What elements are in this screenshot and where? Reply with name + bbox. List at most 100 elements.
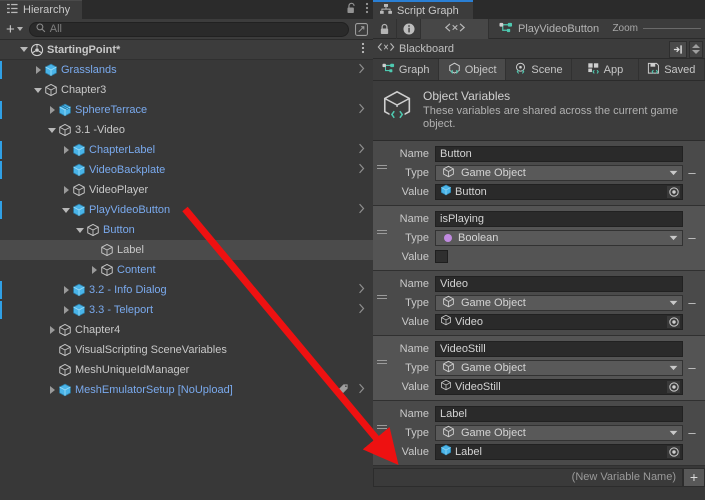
- variable-scope-tab-label: Object: [464, 63, 497, 76]
- search-icon: [36, 22, 46, 36]
- variable-drag-handle[interactable]: [377, 425, 387, 429]
- open-prefab-chevron-icon[interactable]: [358, 163, 365, 177]
- stepper-down-icon[interactable]: [692, 50, 700, 54]
- twisty-right-icon[interactable]: [60, 306, 72, 314]
- kebab-menu-icon[interactable]: [365, 2, 369, 17]
- remove-variable-button[interactable]: –: [683, 230, 701, 245]
- variable-type-dropdown[interactable]: Game Object: [435, 294, 683, 311]
- twisty-down-icon[interactable]: [74, 227, 86, 233]
- hierarchy-row-startingpoint[interactable]: StartingPoint*: [0, 40, 373, 60]
- hierarchy-row-sphereterrace[interactable]: SphereTerrace: [0, 100, 373, 120]
- remove-variable-button[interactable]: –: [683, 425, 701, 440]
- zoom-control[interactable]: Zoom: [612, 23, 705, 34]
- object-picker-icon[interactable]: [666, 184, 681, 199]
- hierarchy-row-3-2-info-dialog[interactable]: 3.2 - Info Dialog: [0, 280, 373, 300]
- open-prefab-chevron-icon[interactable]: [358, 303, 365, 317]
- row-kebab-menu-icon[interactable]: [361, 42, 365, 57]
- twisty-right-icon[interactable]: [60, 286, 72, 294]
- open-prefab-chevron-icon[interactable]: [358, 283, 365, 297]
- remove-variable-button[interactable]: –: [683, 360, 701, 375]
- remove-variable-button[interactable]: –: [683, 165, 701, 180]
- twisty-right-icon[interactable]: [46, 326, 58, 334]
- object-picker-icon[interactable]: [666, 444, 681, 459]
- hierarchy-row-videoplayer[interactable]: VideoPlayer: [0, 180, 373, 200]
- twisty-down-icon[interactable]: [32, 87, 44, 93]
- variable-value-object-field[interactable]: VideoStill: [435, 378, 683, 395]
- prefab-marker: [0, 101, 2, 119]
- open-prefab-chevron-icon[interactable]: [358, 103, 365, 117]
- variable-drag-handle[interactable]: [377, 295, 387, 299]
- hierarchy-row-3-3-teleport[interactable]: 3.3 - Teleport: [0, 300, 373, 320]
- variable-name-input[interactable]: Button: [435, 145, 683, 162]
- hierarchy-row-chapterlabel[interactable]: ChapterLabel: [0, 140, 373, 160]
- hierarchy-row-content[interactable]: Content: [0, 260, 373, 280]
- twisty-right-icon[interactable]: [46, 386, 58, 394]
- twisty-right-icon[interactable]: [32, 66, 44, 74]
- twisty-down-icon[interactable]: [18, 47, 30, 52]
- variable-value-object-field[interactable]: Label: [435, 443, 683, 460]
- expand-window-icon[interactable]: [353, 22, 369, 37]
- open-prefab-chevron-icon[interactable]: [358, 63, 365, 77]
- variable-drag-handle[interactable]: [377, 165, 387, 169]
- variable-value-object-field[interactable]: Button: [435, 183, 683, 200]
- info-icon[interactable]: [397, 18, 421, 39]
- variable-type-dropdown[interactable]: Boolean: [435, 229, 683, 246]
- twisty-right-icon[interactable]: [46, 106, 58, 114]
- hierarchy-row-meshuniqueidmanager[interactable]: MeshUniqueIdManager: [0, 360, 373, 380]
- twisty-right-icon[interactable]: [60, 186, 72, 194]
- hierarchy-row-playvideobutton[interactable]: PlayVideoButton: [0, 200, 373, 220]
- variable-drag-handle[interactable]: [377, 230, 387, 234]
- tab-script-graph[interactable]: Script Graph: [373, 0, 473, 19]
- hierarchy-row-chapter4[interactable]: Chapter4: [0, 320, 373, 340]
- panel-toggle-icon[interactable]: [669, 40, 687, 58]
- variable-scope-tab-graph[interactable]: Graph: [373, 59, 440, 80]
- search-input[interactable]: All: [28, 21, 349, 37]
- twisty-down-icon[interactable]: [60, 207, 72, 213]
- stepper-icon[interactable]: [689, 40, 703, 58]
- add-variable-button[interactable]: +: [683, 467, 705, 487]
- open-prefab-chevron-icon[interactable]: [358, 143, 365, 157]
- tab-hierarchy[interactable]: Hierarchy: [0, 0, 83, 19]
- lock-open-icon[interactable]: [346, 2, 357, 17]
- graph-code-toggle[interactable]: [421, 18, 489, 39]
- twisty-down-icon[interactable]: [46, 127, 58, 133]
- hierarchy-row-chapter3[interactable]: Chapter3: [0, 80, 373, 100]
- variable-name-input[interactable]: Video: [435, 275, 683, 292]
- variable-type-dropdown[interactable]: Game Object: [435, 164, 683, 181]
- object-picker-icon[interactable]: [666, 314, 681, 329]
- variable-drag-handle[interactable]: [377, 360, 387, 364]
- variable-value-object-field[interactable]: Video: [435, 313, 683, 330]
- open-prefab-chevron-icon[interactable]: [358, 383, 365, 397]
- variable-scope-tab-object[interactable]: Object: [439, 59, 506, 80]
- lock-closed-icon[interactable]: [373, 18, 397, 39]
- add-gameobject-button[interactable]: +: [4, 22, 25, 37]
- hierarchy-row-grasslands[interactable]: Grasslands: [0, 60, 373, 80]
- hierarchy-tree[interactable]: StartingPoint* Grasslands Chapter3 SphereTe…: [0, 40, 373, 500]
- twisty-right-icon[interactable]: [88, 266, 100, 274]
- object-picker-icon[interactable]: [666, 379, 681, 394]
- variable-type-dropdown[interactable]: Game Object: [435, 424, 683, 441]
- variable-name-input[interactable]: VideoStill: [435, 340, 683, 357]
- variable-scope-tab-saved[interactable]: Saved: [639, 59, 705, 80]
- hierarchy-row-label[interactable]: Label: [0, 240, 373, 260]
- remove-variable-button[interactable]: –: [683, 295, 701, 310]
- variable-scope-tab-scene[interactable]: Scene: [506, 59, 573, 80]
- variable-scope-tab-app[interactable]: App: [572, 59, 639, 80]
- hierarchy-row-3-1-video[interactable]: 3.1 -Video: [0, 120, 373, 140]
- variable-name-input[interactable]: isPlaying: [435, 210, 683, 227]
- hierarchy-row-meshemulatorsetup-noupload[interactable]: MeshEmulatorSetup [NoUpload]: [0, 380, 373, 400]
- variable-type-dropdown[interactable]: Game Object: [435, 359, 683, 376]
- variable-name-input[interactable]: Label: [435, 405, 683, 422]
- hierarchy-icon: [7, 3, 18, 17]
- variable-type-value: Game Object: [461, 166, 526, 179]
- zoom-slider[interactable]: [643, 28, 701, 29]
- breadcrumb[interactable]: PlayVideoButton: [489, 21, 609, 37]
- hierarchy-row-button[interactable]: Button: [0, 220, 373, 240]
- stepper-up-icon[interactable]: [692, 44, 700, 48]
- variable-value-checkbox[interactable]: [435, 250, 448, 263]
- hierarchy-row-videobackplate[interactable]: VideoBackplate: [0, 160, 373, 180]
- hierarchy-row-visualscripting-scenevariables[interactable]: VisualScripting SceneVariables: [0, 340, 373, 360]
- open-prefab-chevron-icon[interactable]: [358, 203, 365, 217]
- twisty-right-icon[interactable]: [60, 146, 72, 154]
- new-variable-input[interactable]: (New Variable Name): [373, 467, 683, 487]
